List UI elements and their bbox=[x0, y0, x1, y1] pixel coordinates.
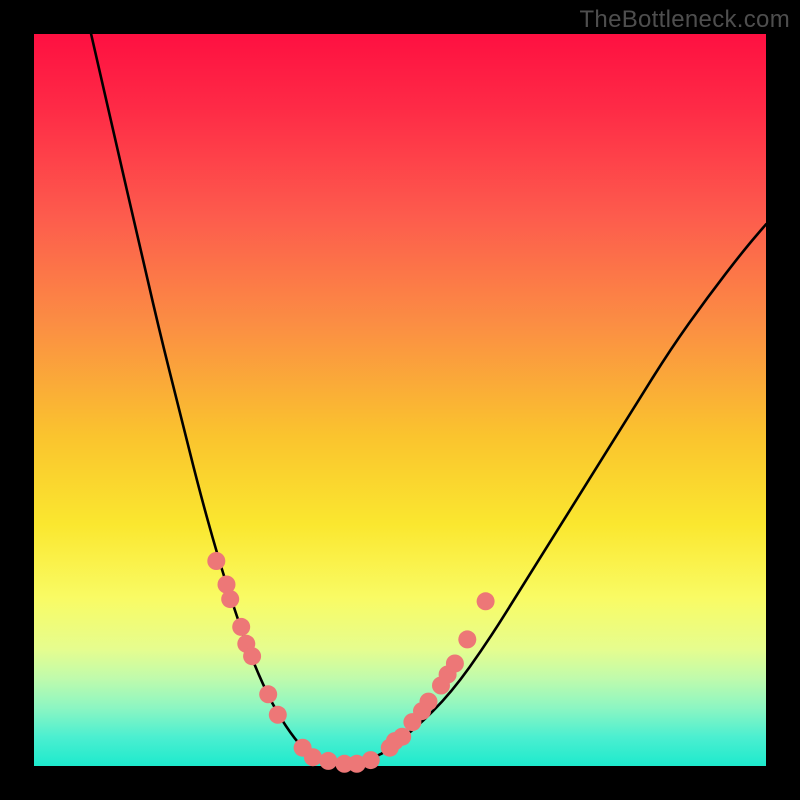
salmon-marker bbox=[207, 552, 225, 570]
source-credit: TheBottleneck.com bbox=[579, 6, 790, 34]
salmon-marker bbox=[304, 748, 322, 766]
salmon-marker bbox=[420, 693, 438, 711]
plot-area bbox=[34, 34, 766, 766]
salmon-marker bbox=[362, 751, 380, 769]
salmon-marker bbox=[319, 752, 337, 770]
v-curve bbox=[91, 34, 766, 765]
salmon-marker bbox=[269, 706, 287, 724]
marker-cluster bbox=[207, 552, 494, 773]
v-curve-path bbox=[91, 34, 766, 765]
outer-frame: TheBottleneck.com bbox=[0, 0, 800, 800]
salmon-marker bbox=[446, 655, 464, 673]
salmon-marker bbox=[477, 592, 495, 610]
salmon-marker bbox=[243, 647, 261, 665]
salmon-marker bbox=[393, 728, 411, 746]
chart-svg bbox=[34, 34, 766, 766]
salmon-marker bbox=[221, 590, 239, 608]
salmon-marker bbox=[232, 618, 250, 636]
salmon-marker bbox=[259, 685, 277, 703]
salmon-marker bbox=[458, 630, 476, 648]
